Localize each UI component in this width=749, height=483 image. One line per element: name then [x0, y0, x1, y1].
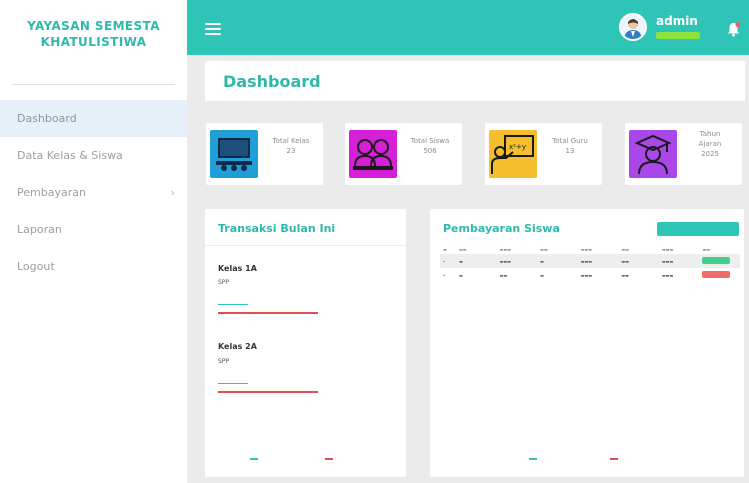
svg-text:x²+y: x²+y [509, 143, 526, 151]
stat-label: Total Siswa 506 [401, 136, 459, 156]
top-header: admin [187, 0, 749, 55]
table-cell: ▬ [540, 258, 544, 264]
sidebar-item-laporan[interactable]: Laporan [0, 211, 187, 248]
legend-marker [218, 383, 248, 384]
bell-icon[interactable] [727, 22, 740, 37]
payment-progress-line [218, 312, 318, 314]
legend-unpaid [610, 458, 621, 460]
transaksi-title: Transaksi Bulan Ini [218, 222, 336, 235]
sidebar-item-dashboard[interactable]: Dashboard [0, 100, 187, 137]
brand-logo[interactable]: YAYASAN SEMESTA KHATULISTIWA [0, 0, 187, 67]
table-row[interactable]: • ▬ ▬▬▬ ▬ ▬▬▬ ▬▬ ▬▬▬ [440, 254, 740, 268]
table-header-cell: ▬▬▬ [580, 246, 593, 252]
sidebar-divider [12, 84, 175, 85]
class-payment-label: SPP [218, 358, 230, 365]
legend-paid [529, 458, 540, 460]
table-cell: ▬ [459, 272, 463, 278]
table-cell: ▬▬ [621, 272, 629, 278]
payment-progress-line [218, 391, 318, 393]
stat-title: Total Guru [552, 137, 588, 145]
legend-marker [218, 304, 248, 305]
hamburger-menu-icon[interactable] [205, 23, 221, 35]
students-icon [349, 130, 397, 178]
sidebar-item-data-kelas-siswa[interactable]: Data Kelas & Siswa [0, 137, 187, 174]
main-content: admin Dashboard Total Kelas 23 Total Sis… [187, 0, 749, 483]
stat-card-total-kelas[interactable]: Total Kelas 23 [206, 123, 323, 185]
page-title: Dashboard [223, 72, 321, 91]
table-cell: ▬▬ [499, 272, 508, 278]
table-header-cell: ▬▬ [459, 246, 467, 252]
app: YAYASAN SEMESTA KHATULISTIWA Dashboard D… [0, 0, 749, 483]
table-header-cell: ▬ [443, 246, 447, 252]
legend-unpaid [325, 458, 336, 460]
table-cell: • [443, 258, 446, 264]
stat-card-total-siswa[interactable]: Total Siswa 506 [345, 123, 462, 185]
table-cell [699, 271, 740, 279]
classroom-icon [210, 130, 258, 178]
brand-line-1: YAYASAN SEMESTA [27, 18, 160, 33]
sidebar-item-label: Dashboard [17, 112, 77, 125]
table-row[interactable]: • ▬ ▬▬ ▬ ▬▬▬ ▬▬ ▬▬▬ [440, 268, 740, 282]
class-payment-label: SPP [218, 279, 230, 286]
graduate-icon [629, 130, 677, 178]
class-title: Kelas 2A [218, 342, 257, 351]
table-cell: ▬▬▬ [661, 272, 674, 278]
sidebar-item-logout[interactable]: Logout [0, 248, 187, 285]
sidebar-menu: Dashboard Data Kelas & Siswa Pembayaran … [0, 100, 187, 285]
stat-value: 13 [565, 147, 575, 155]
sidebar-item-label: Pembayaran [17, 186, 86, 199]
stat-title: Total Kelas [272, 137, 310, 145]
stat-value: 2025 [701, 150, 719, 158]
table-cell: ▬▬▬ [499, 258, 511, 264]
stat-label: Total Kelas 23 [262, 136, 320, 156]
user-role-badge [656, 32, 700, 39]
class-title: Kelas 1A [218, 264, 257, 273]
stat-label: Total Guru 13 [541, 136, 599, 156]
stat-title: Tahun [699, 130, 721, 138]
legend-paid [250, 458, 261, 460]
user-avatar[interactable] [619, 13, 647, 41]
stat-title: Total Siswa [410, 137, 450, 145]
stat-card-tahun-ajaran[interactable]: Tahun Ajaran 2025 [625, 123, 742, 185]
status-badge [702, 271, 731, 278]
stat-card-total-guru[interactable]: x²+y Total Guru 13 [485, 123, 602, 185]
table-cell: ▬▬ [621, 258, 629, 264]
card-divider [205, 245, 406, 246]
user-name[interactable]: admin [656, 14, 698, 28]
stat-value: 23 [286, 147, 296, 155]
brand-line-2: KHATULISTIWA [40, 34, 147, 49]
transaksi-card: Transaksi Bulan Ini Kelas 1A SPP Kelas 2… [205, 209, 406, 477]
table-header-cell: ▬▬ [702, 246, 711, 252]
status-badge [702, 257, 731, 264]
table-header-cell: ▬▬ [621, 246, 629, 252]
stat-title-2: Ajaran [698, 140, 722, 148]
teacher-icon: x²+y [489, 130, 537, 178]
view-all-button[interactable] [657, 222, 739, 236]
table-cell: ▬▬▬ [661, 258, 674, 264]
payment-table: ▬ ▬▬ ▬▬▬ ▬▬ ▬▬▬ ▬▬ ▬▬▬ ▬▬ • ▬ ▬▬▬ ▬ ▬▬▬ … [440, 244, 740, 282]
sidebar-item-label: Logout [17, 260, 55, 273]
sidebar-item-label: Data Kelas & Siswa [17, 149, 123, 162]
table-cell: ▬▬▬ [580, 258, 593, 264]
table-cell [699, 257, 740, 265]
chevron-right-icon: › [170, 186, 175, 199]
table-header-cell: ▬▬ [540, 246, 548, 252]
table-cell: ▬ [540, 272, 544, 278]
page-title-card: Dashboard [205, 61, 745, 101]
stat-label: Tahun Ajaran 2025 [681, 129, 739, 159]
table-header: ▬ ▬▬ ▬▬▬ ▬▬ ▬▬▬ ▬▬ ▬▬▬ ▬▬ [440, 244, 740, 254]
table-cell: ▬ [459, 258, 463, 264]
table-cell: • [443, 272, 446, 278]
table-cell: ▬▬▬ [580, 272, 593, 278]
pembayaran-title: Pembayaran Siswa [443, 222, 560, 235]
sidebar-item-label: Laporan [17, 223, 62, 236]
sidebar-item-pembayaran[interactable]: Pembayaran › [0, 174, 187, 211]
table-header-cell: ▬▬▬ [661, 246, 674, 252]
table-header-cell: ▬▬▬ [499, 246, 511, 252]
stat-value: 506 [423, 147, 437, 155]
sidebar: YAYASAN SEMESTA KHATULISTIWA Dashboard D… [0, 0, 187, 483]
